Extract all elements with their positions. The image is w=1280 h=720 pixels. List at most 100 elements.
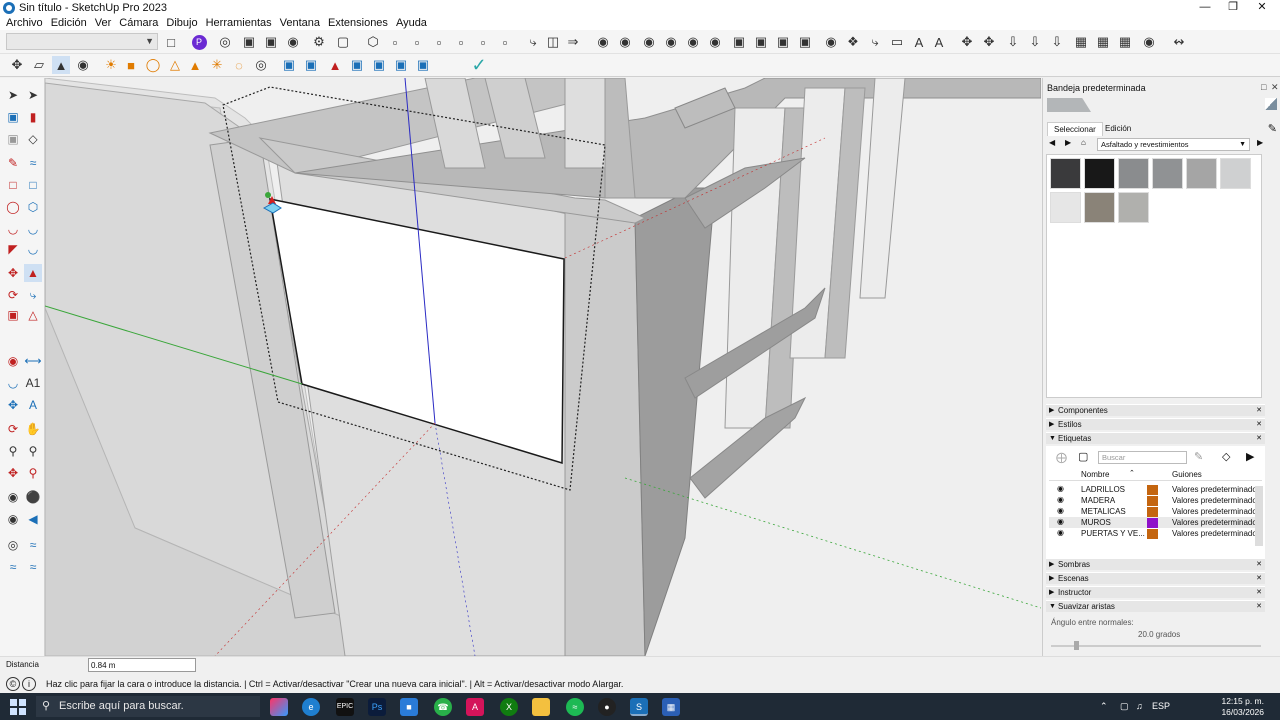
union-icon[interactable]: ◉ [640, 33, 658, 51]
zoom-icon[interactable]: ⚲ [4, 442, 22, 460]
position-camera-icon[interactable]: ◉ [4, 488, 22, 506]
menu-dibujo[interactable]: Dibujo [162, 17, 201, 29]
angle-slider-track[interactable] [1051, 645, 1261, 647]
sort-icon[interactable]: ⌃ [1129, 469, 1135, 477]
layers-icon[interactable]: ▣ [280, 56, 298, 74]
add-tag-icon[interactable]: ⨁ [1056, 451, 1067, 464]
select-arrow-icon[interactable]: ➤ [4, 86, 22, 104]
taskbar-search[interactable]: ⚲ Escribe aquí para buscar. [36, 696, 260, 717]
sphere-icon[interactable]: ◎ [252, 56, 270, 74]
pan-icon[interactable]: ✋ [24, 420, 42, 438]
lasso-icon[interactable]: ➤ [24, 86, 42, 104]
details-arrow-icon[interactable]: ▶ [1257, 138, 1263, 147]
drape-icon[interactable]: ≈ [24, 558, 42, 576]
stamp-icon[interactable]: ≈ [4, 558, 22, 576]
menu-herramientas[interactable]: Herramientas [202, 17, 276, 29]
camera-icon[interactable]: ▣ [262, 33, 280, 51]
panel-instructor[interactable]: ▶ Instructor ✕ [1046, 586, 1265, 598]
pie-icon[interactable]: ◤ [4, 240, 22, 258]
photoshop-icon[interactable]: Ps [368, 698, 386, 716]
menu-edicion[interactable]: Edición [47, 17, 91, 29]
col-name[interactable]: Nombre [1081, 470, 1109, 479]
material-swatch[interactable] [1050, 158, 1081, 189]
drop-icon[interactable]: ⇩ [1048, 33, 1066, 51]
close-icon[interactable]: ✕ [1247, 0, 1277, 15]
material-swatch[interactable] [1220, 158, 1251, 189]
material-swatch[interactable] [1186, 158, 1217, 189]
terrain2-icon[interactable]: ▣ [370, 56, 388, 74]
network-icon[interactable]: ▢ [1120, 693, 1129, 720]
follow-me-icon[interactable]: ⤷ [866, 33, 884, 51]
measurements-input[interactable]: 0.84 m [88, 658, 196, 672]
move-icon[interactable]: ✥ [4, 264, 22, 282]
pin-tray-icon[interactable]: □ [1261, 82, 1266, 92]
menu-archivo[interactable]: Archivo [2, 17, 47, 29]
details-arrow-icon[interactable]: ▶ [1246, 450, 1254, 463]
minimize-icon[interactable]: — [1190, 0, 1220, 15]
axes-icon[interactable]: ✥ [4, 396, 22, 414]
pin-icon[interactable]: ▲ [326, 56, 344, 74]
tag-color[interactable] [1147, 496, 1158, 506]
xbox-icon[interactable]: X [500, 698, 518, 716]
back-view-icon[interactable]: ▫ [452, 33, 470, 51]
polygon-icon[interactable]: ⬡ [24, 198, 42, 216]
tag-dash[interactable]: Valores predeterminados [1172, 507, 1260, 516]
sandbox-icon[interactable]: ❖ [844, 33, 862, 51]
maximize-icon[interactable]: ❐ [1218, 0, 1248, 15]
acrobat-icon[interactable]: A [466, 698, 484, 716]
text-3d-icon[interactable]: A [910, 33, 928, 51]
terrain-icon[interactable]: ▣ [348, 56, 366, 74]
back-arrow-icon[interactable]: ◀ [1049, 138, 1055, 147]
eraser-icon[interactable]: ▮ [24, 108, 42, 126]
recorder-icon[interactable]: ● [598, 698, 616, 716]
dome-icon[interactable]: ◌ [230, 56, 248, 74]
material-swatch[interactable] [1118, 192, 1149, 223]
close-icon[interactable]: ✕ [1256, 419, 1262, 431]
menu-extensiones[interactable]: Extensiones [324, 17, 392, 29]
subtract-icon[interactable]: ◉ [662, 33, 680, 51]
rotate-3d-icon[interactable]: ✥ [980, 33, 998, 51]
map-icon[interactable]: ▣ [414, 56, 432, 74]
hidden-line-icon[interactable]: ▣ [774, 33, 792, 51]
material-swatch[interactable] [1152, 158, 1183, 189]
tag-row[interactable]: ◉ LADRILLOS Valores predeterminados [1049, 484, 1262, 495]
panel-escenas[interactable]: ▶ Escenas ✕ [1046, 572, 1265, 584]
calculator-icon[interactable]: ▦ [662, 698, 680, 716]
section-plane-tool-icon[interactable]: ◀ [24, 510, 42, 528]
tab-edicion[interactable]: Edición [1099, 122, 1137, 136]
star-light-icon[interactable]: ✳ [208, 56, 226, 74]
look-around-icon[interactable]: ◉ [4, 510, 22, 528]
record-icon[interactable]: ◎ [216, 33, 234, 51]
push-pull-active-icon[interactable]: ▲ [52, 56, 70, 74]
eye-icon[interactable]: ◉ [1140, 33, 1158, 51]
front-view-icon[interactable]: ▫ [408, 33, 426, 51]
library-select[interactable]: Asfaltado y revestimientos ▼ [1097, 138, 1250, 151]
tag-row[interactable]: ◉ PUERTAS Y VE... Valores predeterminados [1049, 528, 1262, 539]
sketchup-taskbar-icon[interactable]: S [630, 698, 648, 716]
tape-measure-icon[interactable]: ◉ [4, 352, 22, 370]
three-point-arc-icon[interactable]: ◡ [24, 240, 42, 258]
tag-tool-icon[interactable]: ◇ [1222, 450, 1230, 463]
visibility-eye-icon[interactable]: ◉ [1057, 528, 1064, 537]
arc-icon[interactable]: ◡ [4, 220, 22, 238]
push-pull-icon[interactable]: ▲ [24, 264, 42, 282]
offset-icon[interactable]: △ [24, 306, 42, 324]
grid-icon[interactable]: ▦ [1116, 33, 1134, 51]
orbit-search-icon[interactable]: ◉ [284, 33, 302, 51]
right-view-icon[interactable]: ▫ [430, 33, 448, 51]
push-down-icon[interactable]: ⇩ [1004, 33, 1022, 51]
info-icon[interactable]: i [22, 677, 36, 691]
panel-componentes[interactable]: ▶ Componentes ✕ [1046, 404, 1265, 416]
close-icon[interactable]: ✕ [1256, 587, 1262, 599]
trim-icon[interactable]: ◉ [684, 33, 702, 51]
material-swatch[interactable] [1084, 192, 1115, 223]
stairs-icon[interactable]: ▦ [1072, 33, 1090, 51]
tag-row[interactable]: ◉ MUROS Valores predeterminados [1049, 517, 1262, 528]
epic-games-icon[interactable]: EPIC [336, 698, 354, 716]
close-icon[interactable]: ✕ [1256, 601, 1262, 613]
menu-ver[interactable]: Ver [91, 17, 116, 29]
intersect-icon[interactable]: ◉ [616, 33, 634, 51]
section-display-icon[interactable]: ◫ [544, 33, 562, 51]
tag-dash[interactable]: Valores predeterminados [1172, 529, 1260, 538]
frame-icon[interactable]: ▦ [1094, 33, 1112, 51]
